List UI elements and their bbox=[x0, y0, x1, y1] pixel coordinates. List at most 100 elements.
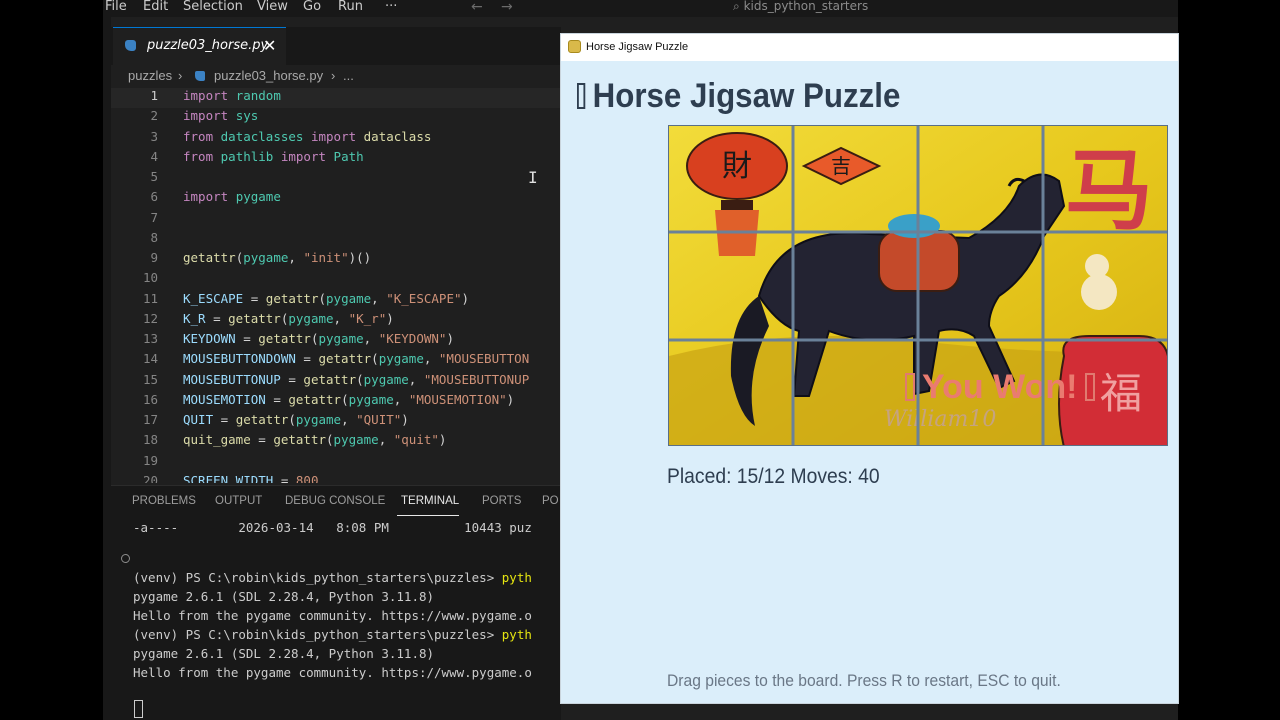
code-text: import random bbox=[183, 88, 281, 103]
menu-edit[interactable]: Edit bbox=[143, 0, 168, 14]
tab-overflow[interactable]: PO bbox=[542, 495, 559, 507]
tab-terminal[interactable]: TERMINAL bbox=[401, 495, 459, 507]
line-number: 16 bbox=[142, 391, 158, 407]
code-line[interactable]: 9 getattr(pygame, "init")() bbox=[111, 250, 561, 270]
cai-character: 財 bbox=[722, 149, 752, 184]
code-text: from pathlib import Path bbox=[183, 148, 364, 164]
line-number: 9 bbox=[150, 250, 158, 265]
code-text: MOUSEMOTION = getattr(pygame, "MOUSEMOTI… bbox=[183, 391, 515, 407]
code-text: K_ESCAPE = getattr(pygame, "K_ESCAPE") bbox=[183, 290, 470, 306]
line-number: 19 bbox=[142, 452, 158, 468]
line-number: 3 bbox=[150, 128, 158, 144]
code-text: from dataclasses import dataclass bbox=[183, 128, 432, 144]
tab-puzzle03-horse[interactable]: puzzle03_horse.py ✕ bbox=[113, 27, 286, 65]
terminal-caret bbox=[134, 700, 143, 718]
line-number: 20 bbox=[142, 472, 158, 483]
menu-view[interactable]: View bbox=[257, 0, 288, 14]
menu-file[interactable]: File bbox=[105, 0, 127, 14]
menu-selection[interactable]: Selection bbox=[183, 0, 243, 14]
code-line[interactable]: 3 from dataclasses import dataclass bbox=[111, 129, 561, 149]
panel-tabs: PROBLEMS OUTPUT DEBUG CONSOLE TERMINAL P… bbox=[111, 486, 561, 518]
tab-filename: puzzle03_horse.py bbox=[147, 38, 269, 53]
code-line[interactable]: 5 bbox=[111, 169, 561, 189]
terminal-line: Hello from the pygame community. https:/… bbox=[133, 665, 532, 680]
code-text: QUIT = getattr(pygame, "QUIT") bbox=[183, 412, 409, 427]
code-line[interactable]: 17 QUIT = getattr(pygame, "QUIT") bbox=[111, 412, 561, 432]
saddle bbox=[888, 214, 940, 238]
breadcrumb-more[interactable]: ... bbox=[343, 68, 354, 83]
code-text: MOUSEBUTTONUP = getattr(pygame, "MOUSEBU… bbox=[183, 371, 530, 387]
menu-run[interactable]: Run bbox=[338, 0, 363, 14]
code-line[interactable]: 10 bbox=[111, 270, 561, 290]
code-line[interactable]: 16 MOUSEMOTION = getattr(pygame, "MOUSEMO… bbox=[111, 392, 561, 412]
search-icon: ⌕ bbox=[733, 0, 740, 13]
circle-icon bbox=[121, 554, 130, 563]
tab-output[interactable]: OUTPUT bbox=[215, 495, 262, 507]
code-line[interactable]: 8 bbox=[111, 230, 561, 250]
line-number: 15 bbox=[142, 371, 158, 387]
terminal-line: (venv) PS C:\robin\kids_python_starters\… bbox=[133, 570, 532, 585]
code-text: import sys bbox=[183, 108, 259, 124]
line-number: 6 bbox=[150, 189, 158, 205]
terminal-line: Hello from the pygame community. https:/… bbox=[133, 608, 532, 623]
chevron-right-icon: › bbox=[331, 68, 336, 83]
code-line[interactable]: 15 MOUSEBUTTONUP = getattr(pygame, "MOUSE… bbox=[111, 372, 561, 392]
back-arrow-icon[interactable]: ← bbox=[471, 0, 483, 15]
missing-glyph-icon bbox=[577, 83, 586, 109]
code-line[interactable]: 20 SCREEN_WIDTH = 800 bbox=[111, 473, 561, 483]
terminal[interactable]: -a---- 2026-03-14 8:08 PM 10443 puz (venv… bbox=[111, 518, 561, 720]
search-text: kids_python_starters bbox=[743, 0, 869, 13]
line-number: 1 bbox=[150, 88, 158, 103]
tab-ports[interactable]: PORTS bbox=[482, 495, 521, 507]
code-line[interactable]: 12 K_R = getattr(pygame, "K_r") bbox=[111, 311, 561, 331]
forward-arrow-icon[interactable]: → bbox=[501, 0, 513, 15]
menu-more[interactable]: ··· bbox=[385, 0, 397, 14]
tab-debug-console[interactable]: DEBUG CONSOLE bbox=[285, 495, 385, 507]
code-text: getattr(pygame, "init")() bbox=[183, 250, 372, 265]
code-line[interactable]: 1 import random bbox=[111, 88, 561, 108]
code-line[interactable]: 6 import pygame bbox=[111, 189, 561, 209]
code-line[interactable]: 13 KEYDOWN = getattr(pygame, "KEYDOWN") bbox=[111, 331, 561, 351]
line-number: 11 bbox=[142, 290, 158, 306]
puzzle-board[interactable]: 財 吉 马 福 William10 You Won! bbox=[668, 125, 1168, 446]
close-icon[interactable]: ✕ bbox=[263, 36, 276, 55]
bottom-panel: PROBLEMS OUTPUT DEBUG CONSOLE TERMINAL P… bbox=[111, 485, 561, 720]
terminal-line: pygame 2.6.1 (SDL 2.28.4, Python 3.11.8) bbox=[133, 646, 435, 661]
terminal-line: pygame 2.6.1 (SDL 2.28.4, Python 3.11.8) bbox=[133, 589, 435, 604]
code-line[interactable]: 4 from pathlib import Path bbox=[111, 149, 561, 169]
terminal-line: -a---- 2026-03-14 8:08 PM 10443 puz bbox=[133, 520, 532, 535]
code-text: SCREEN_WIDTH = 800 bbox=[183, 472, 319, 483]
code-line[interactable]: 18 quit_game = getattr(pygame, "quit") bbox=[111, 432, 561, 452]
window-title: Horse Jigsaw Puzzle bbox=[586, 41, 689, 53]
artist-signature: William10 bbox=[884, 407, 996, 432]
editor-tab-strip: puzzle03_horse.py ✕ bbox=[111, 27, 561, 65]
command-search[interactable]: ⌕ kids_python_starters bbox=[733, 0, 868, 14]
win-message: You Won! bbox=[922, 368, 1077, 406]
line-number: 14 bbox=[142, 351, 158, 367]
line-number: 13 bbox=[142, 331, 158, 346]
ji-character: 吉 bbox=[831, 154, 851, 178]
line-number: 17 bbox=[142, 412, 158, 427]
page-title: Horse Jigsaw Puzzle bbox=[577, 77, 900, 116]
instructions-hint: Drag pieces to the board. Press R to res… bbox=[667, 671, 1061, 690]
line-number: 8 bbox=[150, 229, 158, 245]
menu-go[interactable]: Go bbox=[303, 0, 321, 14]
python-file-icon bbox=[125, 40, 136, 51]
code-line[interactable]: 11 K_ESCAPE = getattr(pygame, "K_ESCAPE") bbox=[111, 291, 561, 311]
breadcrumb-folder[interactable]: puzzles bbox=[128, 68, 172, 83]
window-title-bar: Horse Jigsaw Puzzle bbox=[561, 34, 1178, 61]
code-text: KEYDOWN = getattr(pygame, "KEYDOWN") bbox=[183, 331, 454, 346]
code-line[interactable]: 14 MOUSEBUTTONDOWN = getattr(pygame, "MOU… bbox=[111, 351, 561, 371]
code-line[interactable]: 19 bbox=[111, 453, 561, 473]
tab-problems[interactable]: PROBLEMS bbox=[132, 495, 196, 507]
breadcrumb-file[interactable]: puzzle03_horse.py bbox=[214, 68, 323, 83]
line-number: 7 bbox=[150, 209, 158, 225]
code-editor[interactable]: 1 import random 2 import sys 3 from dataclass… bbox=[111, 88, 561, 483]
line-number: 4 bbox=[150, 148, 158, 164]
code-line[interactable]: 2 import sys bbox=[111, 108, 561, 128]
code-text: quit_game = getattr(pygame, "quit") bbox=[183, 432, 447, 448]
line-number: 2 bbox=[150, 108, 158, 124]
game-canvas[interactable]: Horse Jigsaw Puzzle 財 吉 马 福 William10 Yo… bbox=[561, 61, 1178, 703]
game-status: Placed: 15/12 Moves: 40 bbox=[667, 465, 880, 488]
code-line[interactable]: 7 bbox=[111, 210, 561, 230]
